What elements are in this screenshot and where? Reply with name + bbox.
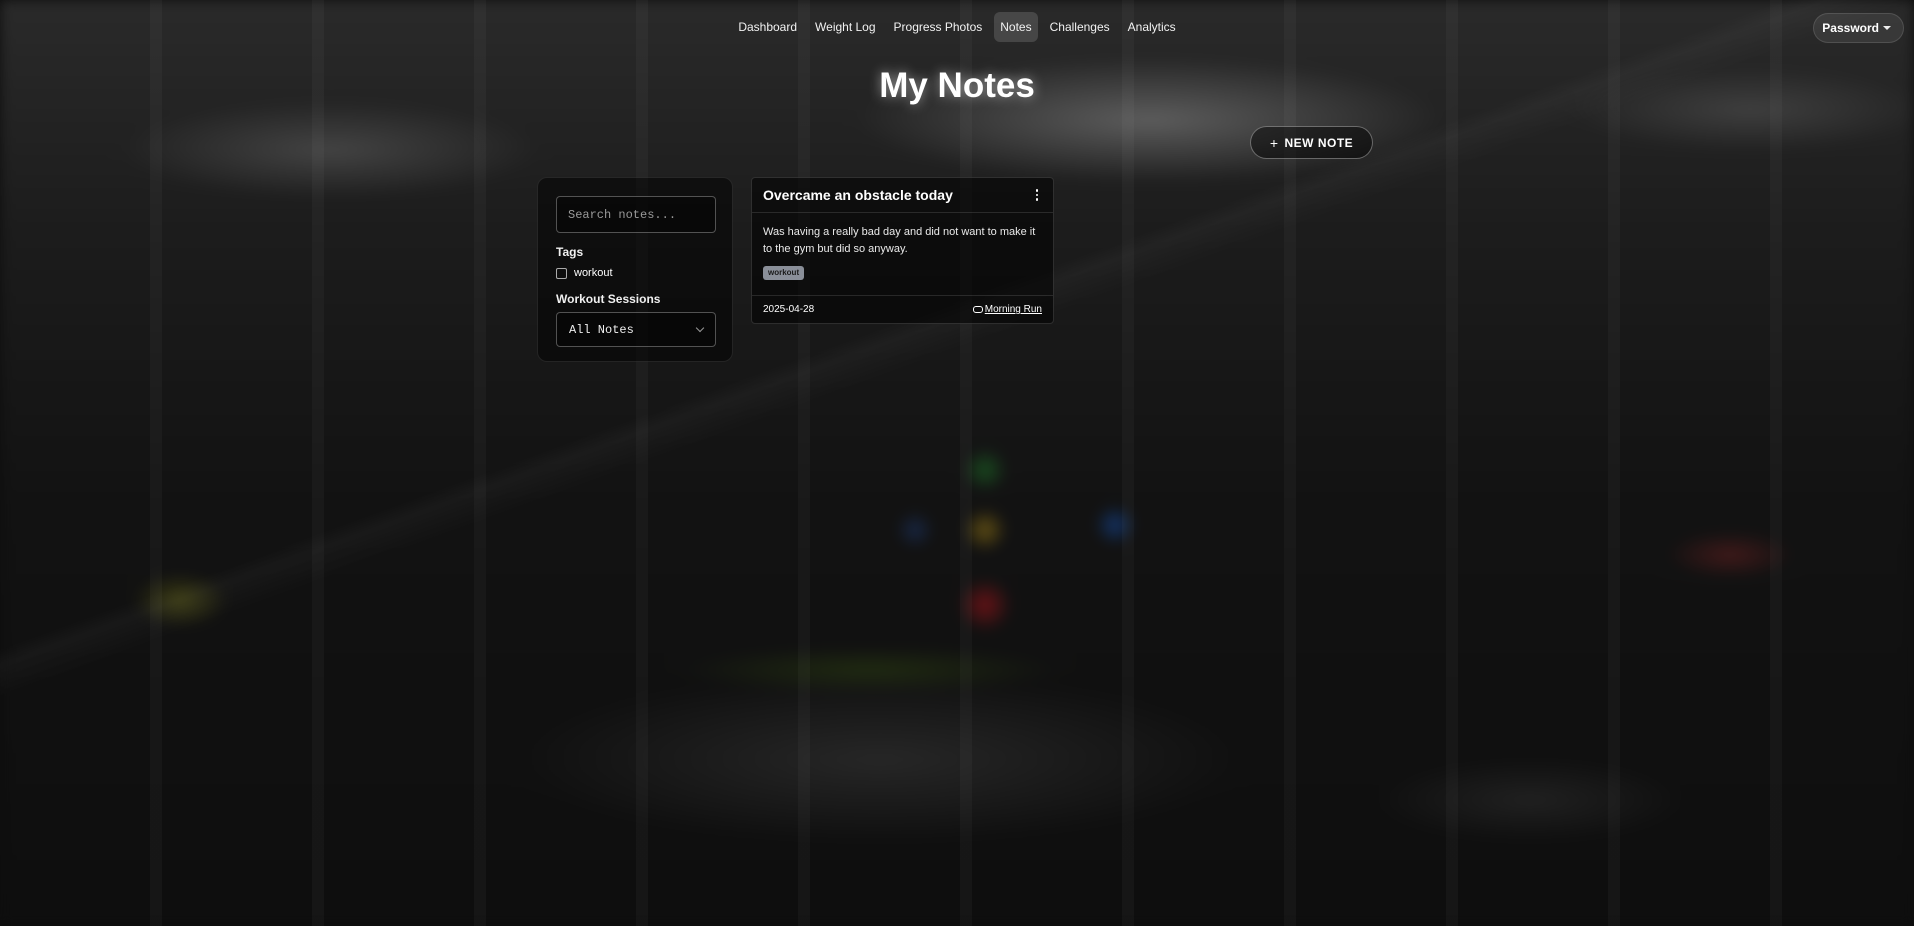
nav-dashboard[interactable]: Dashboard bbox=[732, 12, 803, 42]
tags-heading: Tags bbox=[556, 245, 584, 259]
workout-sessions-heading: Workout Sessions bbox=[556, 292, 661, 306]
plus-icon: + bbox=[1269, 134, 1279, 151]
workout-session-select[interactable]: All Notes bbox=[556, 312, 716, 347]
top-nav: Dashboard Weight Log Progress Photos Not… bbox=[0, 12, 1914, 42]
nav-challenges[interactable]: Challenges bbox=[1044, 12, 1116, 42]
nav-progress-photos[interactable]: Progress Photos bbox=[888, 12, 989, 42]
chevron-down-icon bbox=[695, 323, 705, 333]
user-menu-label: Password bbox=[1822, 21, 1879, 35]
new-note-label: NEW NOTE bbox=[1284, 135, 1354, 150]
user-menu-button[interactable]: Password bbox=[1813, 13, 1904, 43]
filter-sidebar: Tags workout Workout Sessions All Notes bbox=[537, 177, 733, 362]
caret-down-icon bbox=[1883, 26, 1891, 30]
note-title: Overcame an obstacle today bbox=[763, 187, 953, 203]
nav-notes[interactable]: Notes bbox=[994, 12, 1038, 42]
page-title: My Notes bbox=[879, 66, 1035, 105]
search-input[interactable] bbox=[556, 196, 716, 233]
new-note-button[interactable]: + NEW NOTE bbox=[1250, 126, 1373, 159]
tag-filter-label: workout bbox=[574, 267, 613, 279]
linked-session-link[interactable]: Morning Run bbox=[972, 304, 1042, 315]
note-tag-badge: workout bbox=[763, 266, 805, 280]
note-card-footer: 2025-04-28 Morning Run bbox=[752, 295, 1053, 323]
note-text: Was having a really bad day and did not … bbox=[763, 226, 1036, 255]
background-overlay bbox=[0, 0, 1914, 926]
more-vertical-icon[interactable] bbox=[1032, 187, 1043, 203]
tag-filter-workout[interactable]: workout bbox=[556, 267, 714, 279]
link-icon bbox=[972, 306, 983, 313]
linked-session-label: Morning Run bbox=[984, 304, 1042, 315]
note-body: Was having a really bad day and did not … bbox=[752, 213, 1053, 287]
note-date: 2025-04-28 bbox=[763, 304, 815, 315]
tag-checkbox[interactable] bbox=[556, 267, 567, 279]
nav-weight-log[interactable]: Weight Log bbox=[809, 12, 882, 42]
nav-analytics[interactable]: Analytics bbox=[1122, 12, 1182, 42]
note-card[interactable]: Overcame an obstacle today Was having a … bbox=[751, 177, 1054, 324]
workout-session-selected: All Notes bbox=[569, 322, 634, 337]
note-card-header: Overcame an obstacle today bbox=[752, 178, 1053, 213]
